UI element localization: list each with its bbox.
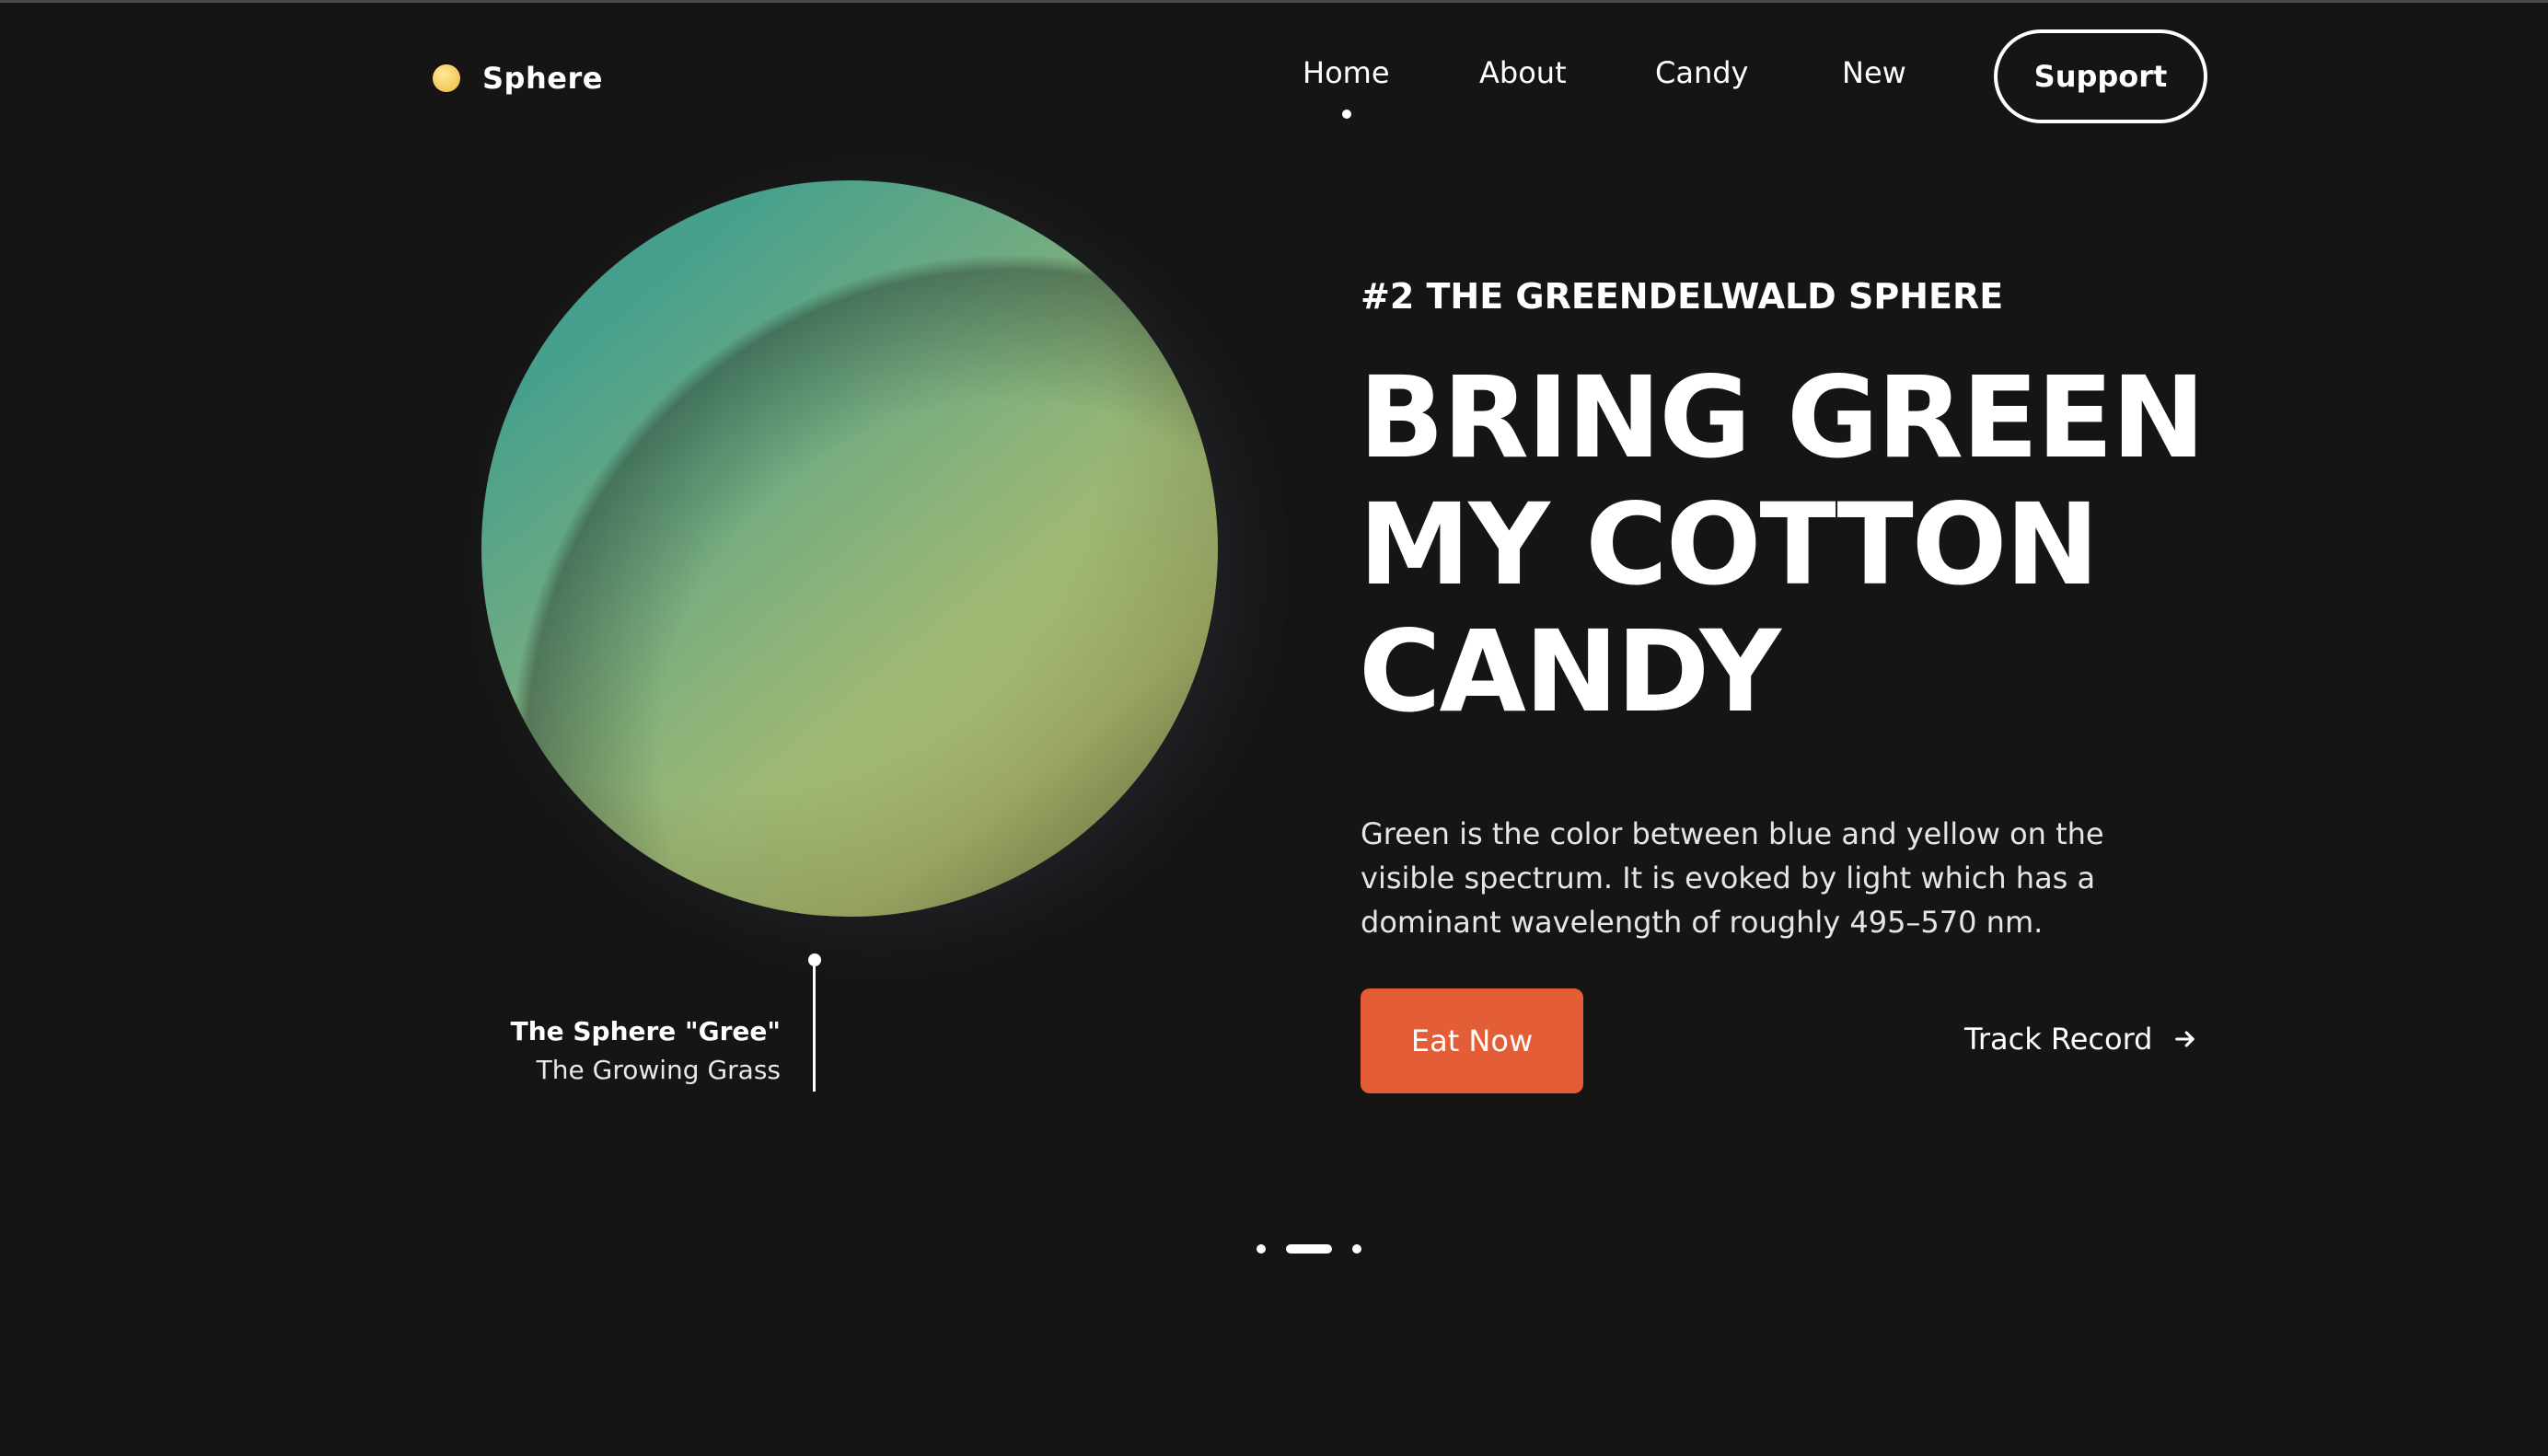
nav-home-link[interactable]: Home [1303, 55, 1390, 90]
pagination-dot-active[interactable] [1286, 1244, 1332, 1254]
headline-line: CANDY [1359, 607, 1781, 737]
hero-headline: BRING GREEN MY COTTON CANDY [1359, 352, 2206, 737]
eat-now-button[interactable]: Eat Now [1361, 988, 1583, 1093]
hero-eyebrow: #2 THE GREENDELWALD SPHERE [1361, 276, 2004, 317]
track-record-link[interactable]: Track Record [1964, 1022, 2198, 1057]
nav-new-link[interactable]: New [1842, 55, 1906, 90]
sphere-caption-subtitle: The Growing Grass [536, 1055, 781, 1085]
caption-pin-line [813, 961, 816, 1092]
pagination-dot[interactable] [1352, 1244, 1361, 1254]
sun-icon [433, 64, 460, 92]
headline-line: MY COTTON [1359, 480, 2100, 610]
brand-name: Sphere [482, 61, 603, 96]
track-record-label: Track Record [1964, 1022, 2153, 1057]
sphere-caption-title: The Sphere "Gree" [510, 1016, 781, 1046]
nav-about-link[interactable]: About [1479, 55, 1567, 90]
sphere-shading [481, 180, 1218, 917]
headline-line: BRING GREEN [1359, 352, 2206, 483]
pagination-dot[interactable] [1257, 1244, 1266, 1254]
nav-candy-link[interactable]: Candy [1655, 55, 1748, 90]
green-sphere-image [481, 180, 1218, 917]
support-button[interactable]: Support [1994, 29, 2207, 123]
window-top-border [0, 0, 2548, 3]
arrow-right-icon [2175, 1031, 2195, 1047]
nav-active-indicator [1342, 110, 1351, 119]
slide-pagination [1257, 1244, 1361, 1254]
hero-description: Green is the color between blue and yell… [1361, 816, 2104, 940]
brand-logo[interactable]: Sphere [433, 61, 603, 96]
